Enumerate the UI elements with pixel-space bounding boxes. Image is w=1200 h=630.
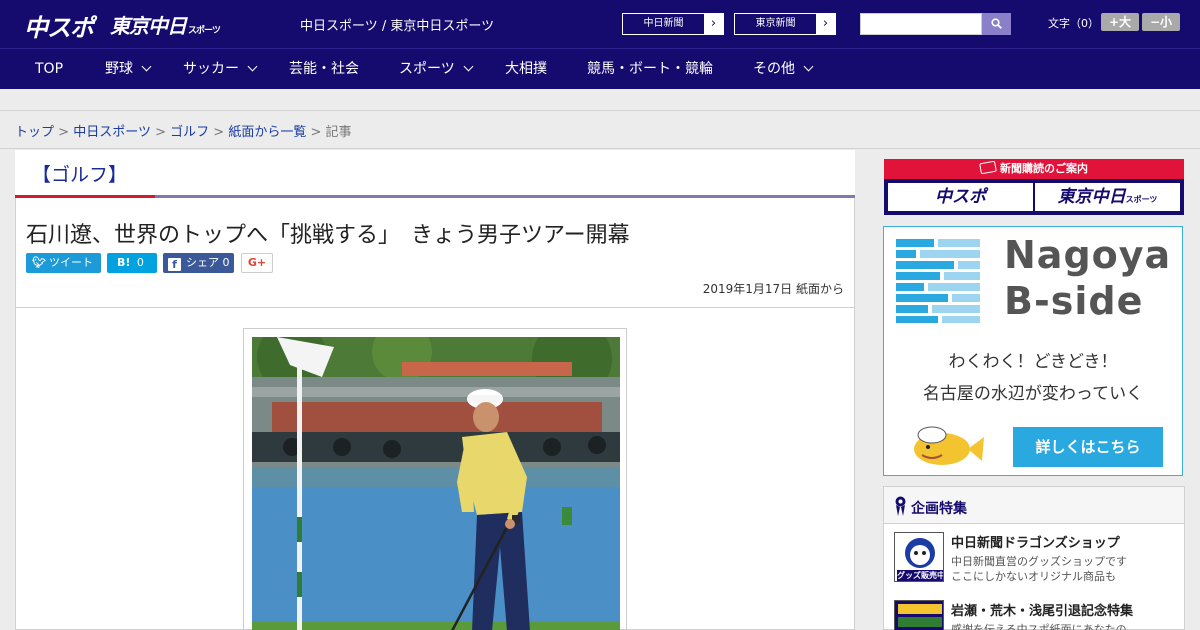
- nagoya-bside-ad[interactable]: Nagoya B-side わくわく！どきどき！ 名古屋の水辺が変わっていく 詳…: [883, 226, 1183, 476]
- feature-item-desc: 中日新聞直営のグッズショップです: [951, 555, 1127, 568]
- nav-item-sumo[interactable]: 大相撲: [505, 49, 547, 89]
- font-size-decrease-button[interactable]: −小: [1142, 13, 1180, 31]
- tokyo-logo-text: 東京中日: [110, 14, 187, 38]
- breadcrumb-separator: >: [58, 125, 70, 140]
- nav-label: サッカー: [183, 61, 239, 77]
- search-icon: [991, 18, 1002, 29]
- nav-item-soccer[interactable]: サッカー: [183, 49, 258, 89]
- font-size-label: 文字（0）: [1048, 17, 1099, 30]
- nav-label: スポーツ: [399, 61, 455, 77]
- chevron-right-icon: ›: [704, 14, 723, 34]
- nav-label: その他: [753, 61, 795, 77]
- tokyo-chunichi-subscribe-button[interactable]: 東京中日スポーツ: [1035, 183, 1180, 211]
- google-plus-icon: G+: [247, 256, 267, 269]
- dragons-shop-thumb-label: グッズ販売中: [897, 571, 944, 580]
- tokyo-chunichi-logo[interactable]: 東京中日 スポーツ: [110, 10, 221, 39]
- chunichi-shimbun-link[interactable]: 中日新聞 ›: [622, 13, 724, 35]
- breadcrumb-separator: >: [310, 125, 322, 140]
- search-input[interactable]: [860, 13, 982, 35]
- facebook-share-button[interactable]: f シェア 0: [163, 253, 234, 273]
- search-button[interactable]: [982, 13, 1011, 35]
- nav-label: TOP: [35, 61, 64, 77]
- article-photo-frame: [243, 328, 627, 630]
- google-plus-button[interactable]: G+: [241, 253, 273, 273]
- nav-item-racing[interactable]: 競馬・ボート・競輪: [587, 49, 713, 89]
- chuspo-logo[interactable]: 中スポ: [24, 8, 94, 43]
- breadcrumb-golf[interactable]: ゴルフ: [170, 125, 209, 140]
- feature-section: 企画特集 グッズ販売中 中日新聞ドラゴンズショップ 中日新聞直営のグッズショップ…: [883, 486, 1185, 630]
- hatena-icon: B!: [117, 256, 131, 269]
- facebook-icon: f: [168, 258, 181, 271]
- feature-item-desc: 感謝を伝える中スポ紙面にあなたの: [951, 623, 1127, 630]
- chevron-down-icon: [141, 61, 152, 72]
- tokyo-shimbun-label: 東京新聞: [755, 18, 796, 29]
- bside-details-button[interactable]: 詳しくはこちら: [1013, 427, 1163, 467]
- bside-logo-bars: [896, 239, 980, 323]
- dragons-shop-thumb: グッズ販売中: [894, 532, 944, 582]
- nav-label: 野球: [105, 61, 133, 77]
- sub-bar: [0, 89, 1200, 111]
- breadcrumb-chunichi-sports[interactable]: 中日スポーツ: [73, 125, 151, 140]
- subscription-title: 新聞購読のご案内: [1000, 162, 1088, 175]
- breadcrumb: トップ > 中日スポーツ > ゴルフ > 紙面から一覧 > 記事: [15, 121, 352, 140]
- nav-item-other[interactable]: その他: [753, 49, 814, 89]
- article-dateline: 2019年1月17日 紙面から: [702, 282, 844, 296]
- tokyo-shimbun-link[interactable]: 東京新聞 ›: [734, 13, 836, 35]
- chevron-down-icon: [247, 61, 258, 72]
- retirement-special-thumb: [894, 600, 944, 630]
- chevron-right-icon: ›: [816, 14, 835, 34]
- breadcrumb-separator: >: [155, 125, 166, 140]
- nav-item-top[interactable]: TOP: [35, 49, 63, 89]
- main-nav: TOP 野球 サッカー 芸能・社会 スポーツ 大相撲 競馬・ボート・競輪 その他: [0, 48, 1200, 89]
- subscription-header: 新聞購読のご案内: [884, 159, 1184, 179]
- feature-item-title: 中日新聞ドラゴンズショップ: [951, 536, 1120, 551]
- nav-item-sports[interactable]: スポーツ: [399, 49, 474, 89]
- chunichi-shimbun-label: 中日新聞: [643, 18, 684, 29]
- retirement-special-image: [895, 601, 943, 630]
- tweet-label: ツイート: [48, 256, 93, 269]
- subscription-banner[interactable]: 新聞購読のご案内 中スポ 東京中日スポーツ: [884, 159, 1184, 215]
- tokyo-logo-suffix: スポーツ: [188, 26, 221, 36]
- chevron-down-icon: [463, 61, 474, 72]
- divider: [0, 148, 1200, 149]
- font-size-increase-button[interactable]: +大: [1101, 13, 1139, 31]
- breadcrumb-current: 記事: [325, 125, 352, 140]
- divider: [15, 307, 855, 308]
- hatena-bookmark-button[interactable]: B! 0: [107, 253, 157, 273]
- tokyo-chunichi-suffix: スポーツ: [1125, 195, 1158, 204]
- tokyo-chunichi-label: 東京中日: [1057, 187, 1126, 207]
- top-bar: 中スポ 東京中日 スポーツ 中日スポーツ / 東京中日スポーツ 中日新聞 › 東京…: [0, 0, 1200, 48]
- feature-item-title: 岩瀬・荒木・浅尾引退記念特集: [951, 604, 1134, 619]
- bside-tagline-2: 名古屋の水辺が変わっていく: [922, 384, 1144, 404]
- breadcrumb-print-list[interactable]: 紙面から一覧: [228, 125, 306, 140]
- breadcrumb-separator: >: [213, 125, 225, 140]
- feature-title: 企画特集: [911, 501, 967, 517]
- nav-label: 大相撲: [505, 61, 547, 77]
- site-description: 中日スポーツ / 東京中日スポーツ: [300, 19, 495, 34]
- chuspo-subscribe-button[interactable]: 中スポ: [888, 183, 1033, 211]
- newspaper-icon: [979, 160, 997, 175]
- article-headline: 石川遼、世界のトップへ「挑戦する」 きょう男子ツアー開幕: [26, 223, 630, 248]
- twitter-icon: 🐦︎: [32, 256, 46, 269]
- facebook-share-count: 0: [222, 256, 230, 269]
- chevron-down-icon: [803, 61, 814, 72]
- article-main: 【ゴルフ】 石川遼、世界のトップへ「挑戦する」 きょう男子ツアー開幕 🐦︎ ツイー…: [15, 150, 855, 630]
- nav-label: 競馬・ボート・競輪: [587, 61, 713, 77]
- hatena-count: 0: [136, 256, 144, 269]
- tweet-button[interactable]: 🐦︎ ツイート: [26, 253, 101, 273]
- nav-item-baseball[interactable]: 野球: [105, 49, 152, 89]
- feature-item-desc: ここにしかないオリジナル商品も: [951, 570, 1116, 583]
- award-ribbon-icon: [895, 496, 906, 516]
- feature-header: 企画特集: [884, 487, 1184, 524]
- nav-label: 芸能・社会: [289, 61, 359, 77]
- bside-word-bside: B-side: [1004, 279, 1144, 323]
- facebook-share-label: シェア: [186, 256, 219, 269]
- nav-item-entertainment[interactable]: 芸能・社会: [289, 49, 359, 89]
- article-category: 【ゴルフ】: [32, 164, 128, 186]
- breadcrumb-top[interactable]: トップ: [15, 125, 54, 140]
- bside-tagline-1: わくわく！どきどき！: [948, 352, 1118, 372]
- mascot-icon: [914, 426, 984, 465]
- bside-word-nagoya: Nagoya: [1004, 233, 1172, 277]
- article-photo[interactable]: [252, 337, 620, 630]
